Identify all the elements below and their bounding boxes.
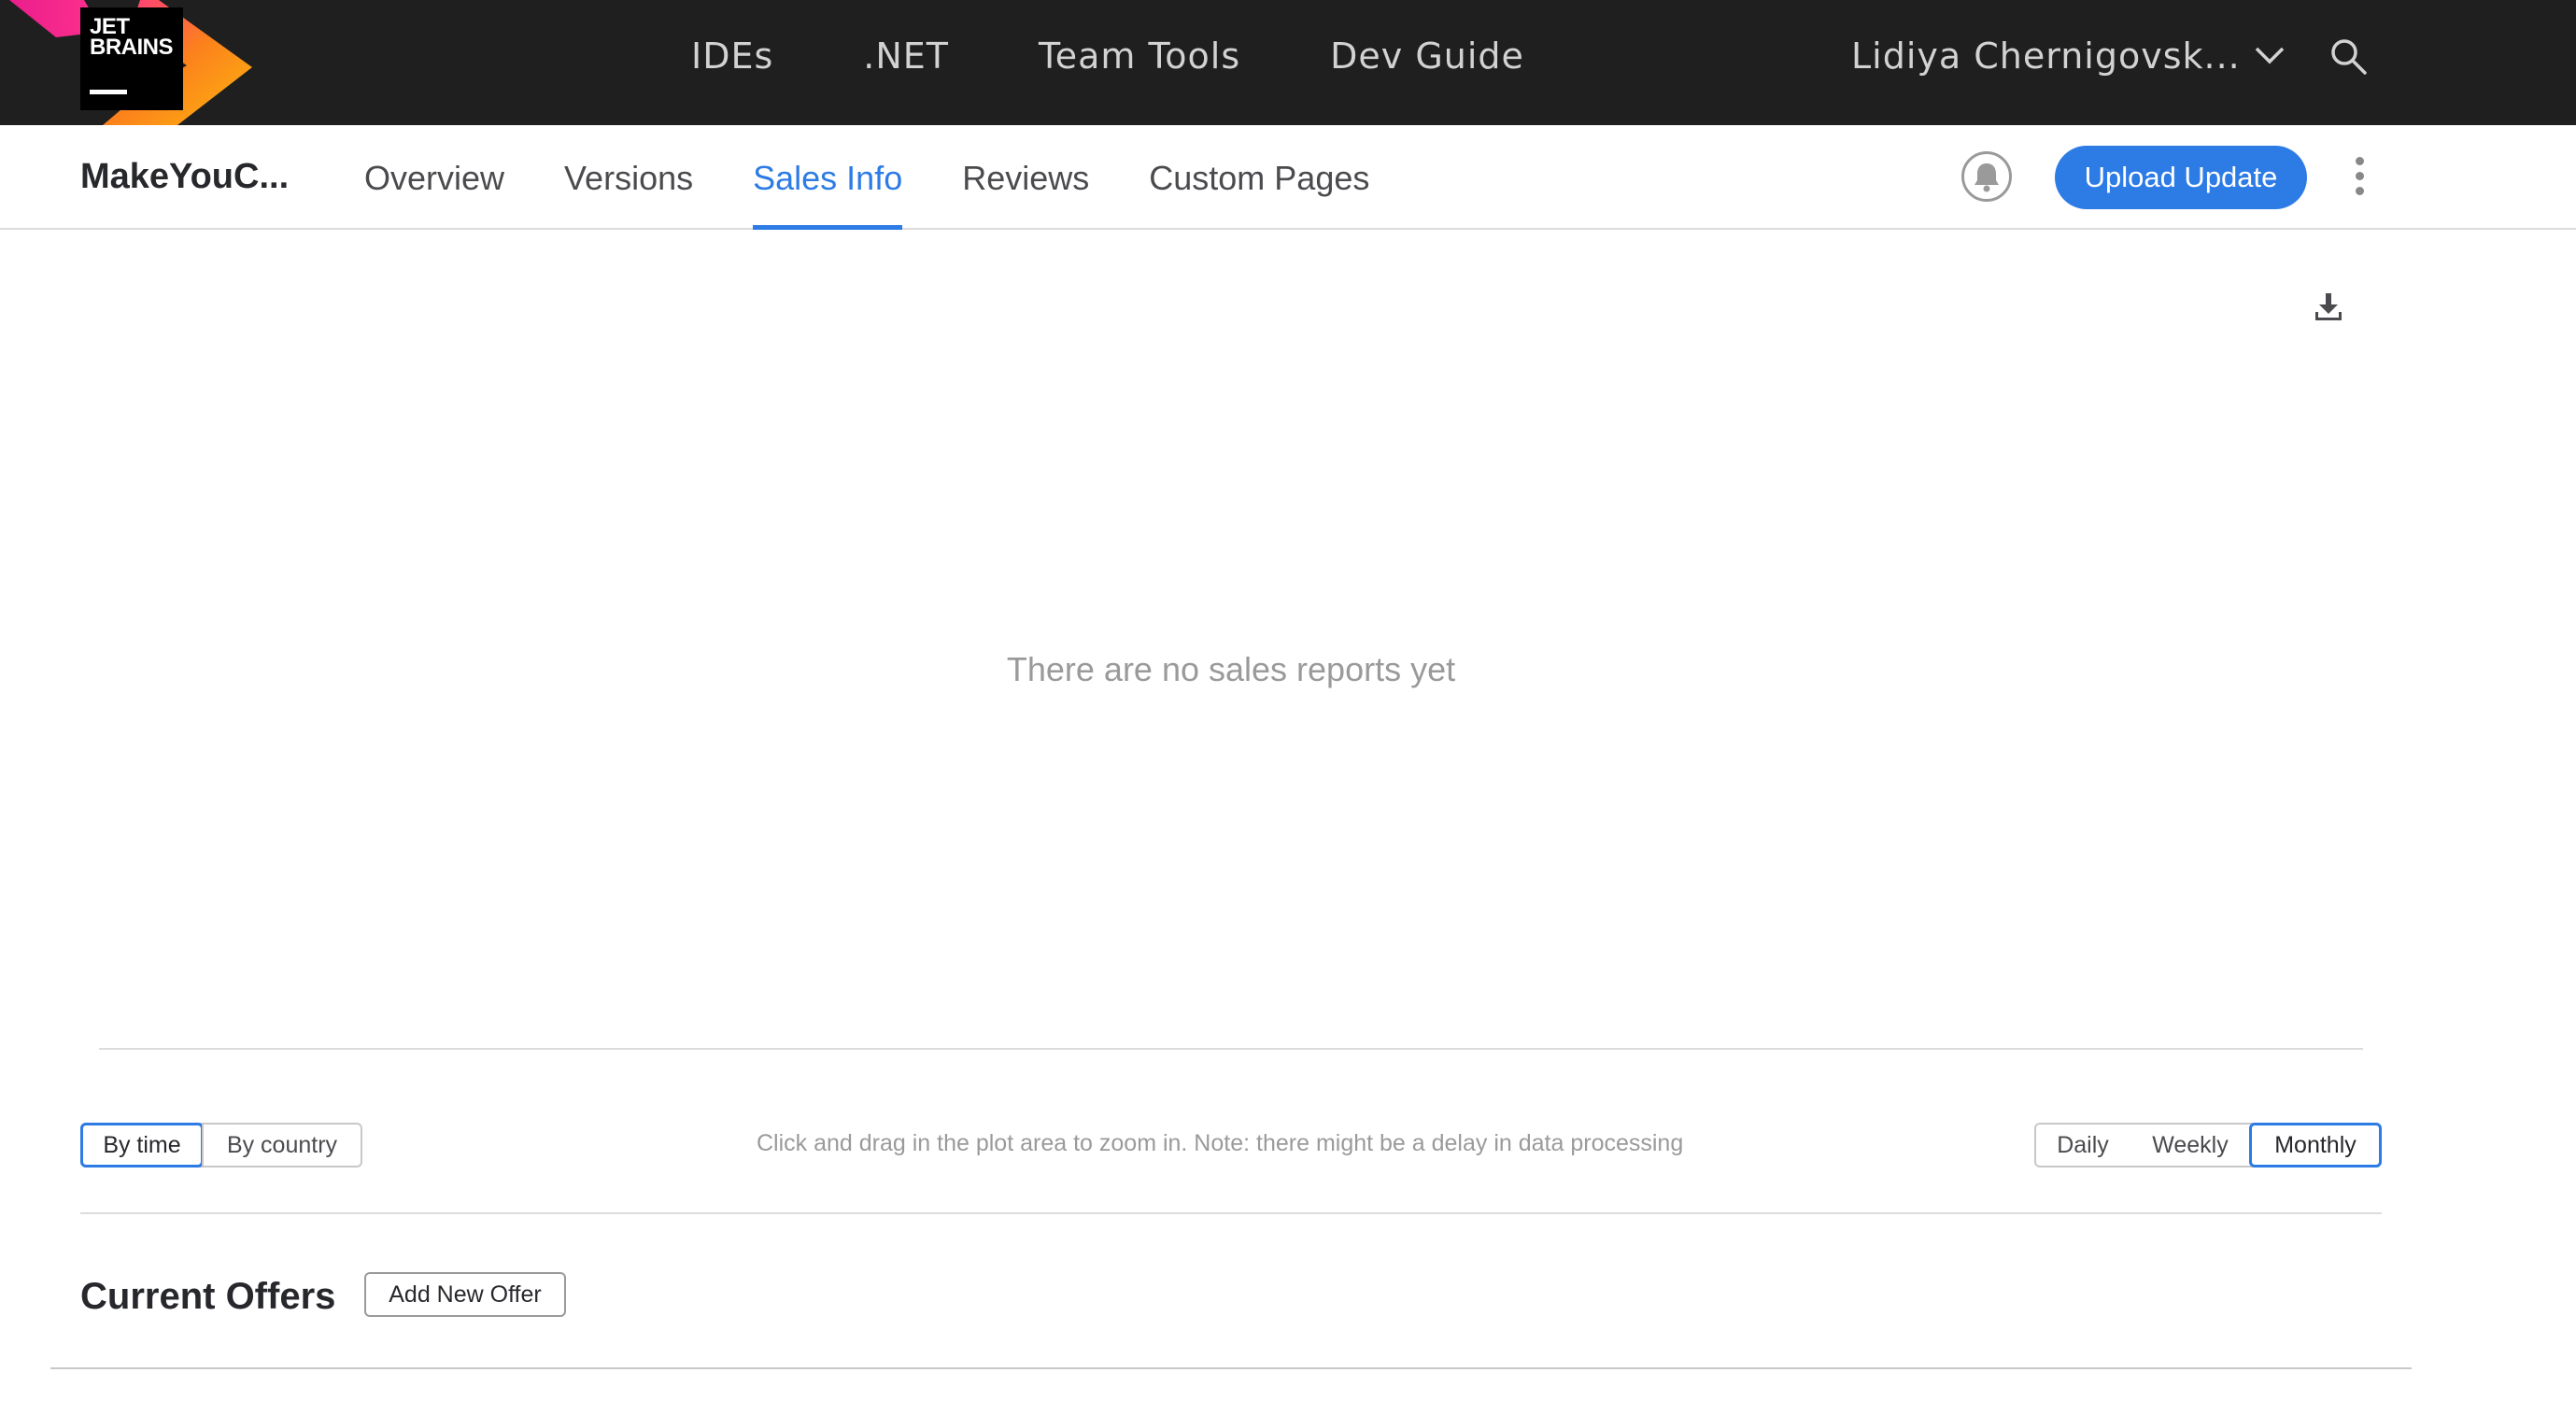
user-menu[interactable]: Lidiya Chernigovsk... [1851, 0, 2241, 112]
tab-versions[interactable]: Versions [564, 125, 693, 228]
more-vertical-icon[interactable] [2350, 157, 2369, 200]
top-navigation-bar: JET BRAINS IDEs .NET Team Tools Dev Guid… [0, 0, 2576, 125]
more-dot [2355, 172, 2364, 180]
plugin-name[interactable]: MakeYouC... [80, 157, 289, 197]
logo-text-line2: BRAINS [90, 35, 174, 60]
toggle-by-country[interactable]: By country [202, 1125, 361, 1166]
jetbrains-logo[interactable]: JET BRAINS [0, 0, 262, 125]
nav-team-tools[interactable]: Team Tools [1039, 35, 1240, 77]
more-dot [2355, 157, 2364, 165]
bell-icon [1974, 163, 1999, 192]
toggle-by-time[interactable]: By time [80, 1123, 204, 1168]
download-icon[interactable] [2313, 291, 2344, 323]
tab-overview[interactable]: Overview [364, 125, 504, 228]
plugin-header: MakeYouC... Overview Versions Sales Info… [0, 125, 2576, 230]
view-toggle: By time By country [80, 1123, 362, 1168]
section-divider [80, 1212, 2382, 1214]
main-nav: IDEs .NET Team Tools Dev Guide [691, 0, 1524, 112]
logo-wordmark: JET BRAINS [90, 16, 174, 60]
search-icon[interactable] [2328, 35, 2369, 77]
toggle-monthly[interactable]: Monthly [2249, 1123, 2382, 1168]
user-name: Lidiya Chernigovsk... [1851, 35, 2241, 77]
zoom-hint: Click and drag in the plot area to zoom … [757, 1130, 1684, 1156]
empty-sales-message: There are no sales reports yet [1006, 650, 1456, 688]
nav-dotnet[interactable]: .NET [863, 35, 949, 77]
period-toggle: Daily Weekly Monthly [2034, 1123, 2382, 1168]
toggle-daily[interactable]: Daily [2036, 1125, 2130, 1166]
offers-divider [50, 1367, 2412, 1369]
current-offers-heading: Current Offers [80, 1276, 336, 1317]
nav-ides[interactable]: IDEs [691, 35, 773, 77]
logo-underline [90, 90, 127, 94]
nav-dev-guide[interactable]: Dev Guide [1330, 35, 1524, 77]
plugin-tabs: Overview Versions Sales Info Reviews Cus… [364, 125, 1429, 230]
notifications-button[interactable] [1961, 151, 2012, 202]
add-new-offer-button[interactable]: Add New Offer [364, 1272, 566, 1317]
tab-reviews[interactable]: Reviews [962, 125, 1089, 228]
more-dot [2355, 187, 2364, 195]
tab-sales-info[interactable]: Sales Info [753, 125, 903, 230]
toggle-weekly[interactable]: Weekly [2130, 1125, 2251, 1166]
tab-custom-pages[interactable]: Custom Pages [1149, 125, 1369, 228]
chevron-down-icon[interactable] [2251, 41, 2288, 69]
upload-update-button[interactable]: Upload Update [2055, 146, 2307, 209]
plot-baseline [99, 1048, 2363, 1050]
